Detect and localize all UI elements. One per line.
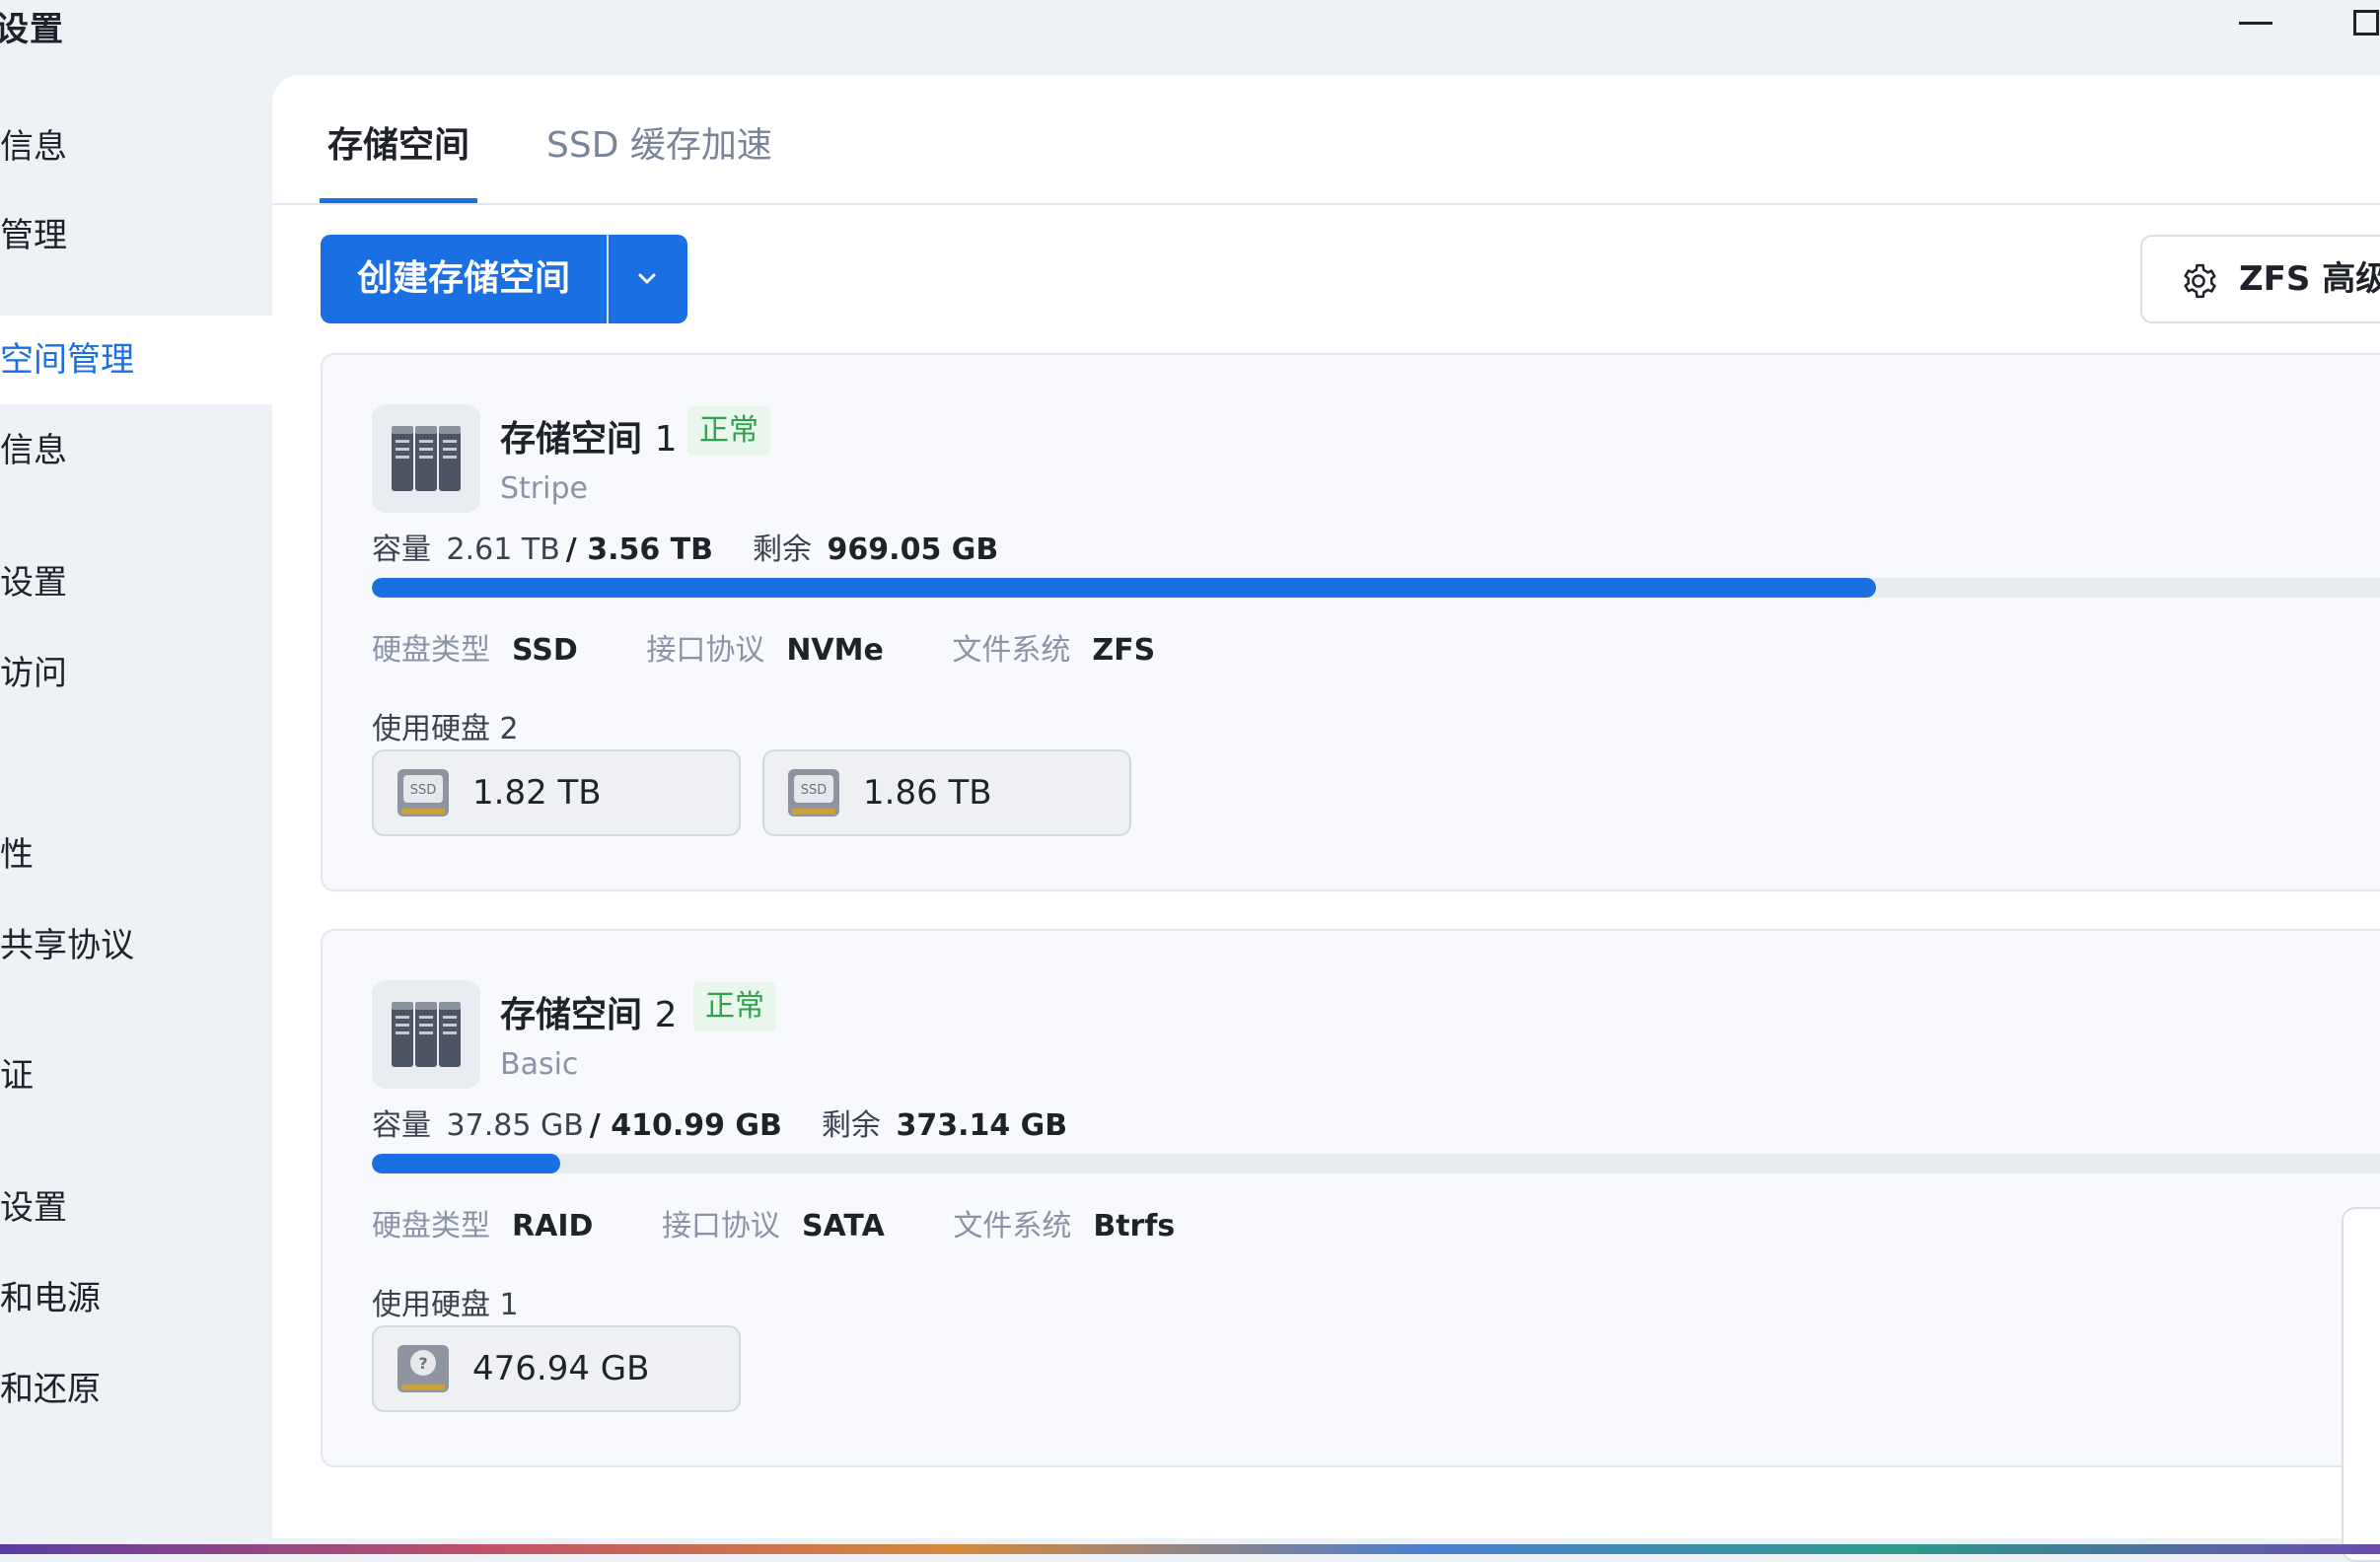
collapsed-side-panel[interactable] [2342,1207,2380,1562]
server-rack-icon [372,980,480,1089]
capacity-row: 容量 37.85 GB/ 410.99 GB 剩余 373.14 GB [372,1108,1068,1143]
sidebar-item-system-settings[interactable]: 设置 [0,1164,298,1252]
pool-name: 存储空间 1 [500,419,678,460]
ssd-icon: SSD [397,769,449,816]
capacity-row: 容量 2.61 TB/ 3.56 TB 剩余 969.05 GB [372,532,999,567]
sidebar-item-certificate[interactable]: 证 [0,1031,298,1120]
gear-icon [2184,263,2216,299]
pool-raid-type: Basic [500,1047,579,1082]
pool-raid-type: Stripe [500,471,588,506]
capacity-progress-fill [372,578,1876,598]
sidebar-item-info[interactable]: 信息 [0,103,298,191]
disks-used-label: 使用硬盘 1 [372,1288,519,1322]
status-badge: 正常 [687,406,770,456]
create-storage-label[interactable]: 创建存储空间 [321,235,607,323]
capacity-progress-bar [372,1154,2380,1173]
capacity-progress-fill [372,1154,561,1173]
create-storage-button[interactable]: 创建存储空间 [321,235,687,323]
chevron-down-icon [638,273,656,284]
desktop-wallpaper-strip [0,1544,2380,1554]
sidebar-item-hardware-info[interactable]: 信息 [0,406,298,495]
tab-bar: 存储空间 SSD 缓存加速 [272,75,2380,205]
svg-text:SSD: SSD [410,783,437,798]
sidebar-item-access[interactable]: 访问 [0,629,298,718]
disk-size: 476.94 GB [472,1349,650,1388]
disk-chip[interactable]: SSD 1.82 TB [372,749,741,836]
zfs-advanced-label[interactable]: ZFS 高级设 [2239,237,2380,321]
main-panel: 存储空间 SSD 缓存加速 创建存储空间 ZFS 高级设 存储空间 1 正常 S… [272,75,2380,1538]
sidebar-item-backup-restore[interactable]: 和还原 [0,1345,298,1434]
disk-size: 1.82 TB [472,773,602,813]
sidebar-item-power[interactable]: 和电源 [0,1254,298,1343]
disk-size: 1.86 TB [863,773,992,813]
server-rack-icon [372,404,480,513]
tab-storage-space[interactable]: 存储空间 [320,116,477,203]
sidebar-item-management[interactable]: 管理 [0,191,298,280]
status-badge: 正常 [693,982,776,1031]
disk-chip[interactable]: SSD 1.86 TB [762,749,1131,836]
svg-text:SSD: SSD [801,783,828,798]
disk-chip[interactable]: ? 476.94 GB [372,1325,741,1412]
sidebar-item-storage-management[interactable]: 空间管理 [0,316,298,404]
create-dropdown-button[interactable] [609,235,687,323]
pool-meta-row: 硬盘类型 RAID 接口协议 SATA 文件系统 Btrfs [372,1209,1176,1243]
storage-pool-card[interactable]: 存储空间 1 正常 Stripe 容量 2.61 TB/ 3.56 TB 剩余 9… [321,353,2380,891]
ssd-icon: SSD [788,769,839,816]
storage-pool-card[interactable]: 存储空间 2 正常 Basic 容量 37.85 GB/ 410.99 GB 剩余… [321,929,2380,1467]
pool-name: 存储空间 2 [500,995,678,1035]
sidebar: 信息 管理 空间管理 信息 设置 访问 性 共享协议 证 设置 和电源 和还原 [0,75,298,1554]
minimize-button[interactable] [2231,4,2284,43]
title-bar: 统设置 [0,0,2380,75]
zfs-advanced-settings-button[interactable]: ZFS 高级设 [2140,235,2380,323]
sidebar-item-sharing-protocols[interactable]: 共享协议 [0,901,298,990]
pool-meta-row: 硬盘类型 SSD 接口协议 NVMe 文件系统 ZFS [372,633,1156,668]
maximize-button[interactable] [2344,4,2380,43]
capacity-progress-bar [372,578,2380,598]
disks-used-label: 使用硬盘 2 [372,712,519,746]
unknown-disk-icon: ? [397,1345,449,1392]
sidebar-item-settings[interactable]: 设置 [0,538,298,627]
tab-ssd-cache[interactable]: SSD 缓存加速 [546,116,772,203]
sidebar-item-properties[interactable]: 性 [0,811,298,899]
window-title: 统设置 [0,10,64,49]
svg-text:?: ? [418,1354,427,1373]
